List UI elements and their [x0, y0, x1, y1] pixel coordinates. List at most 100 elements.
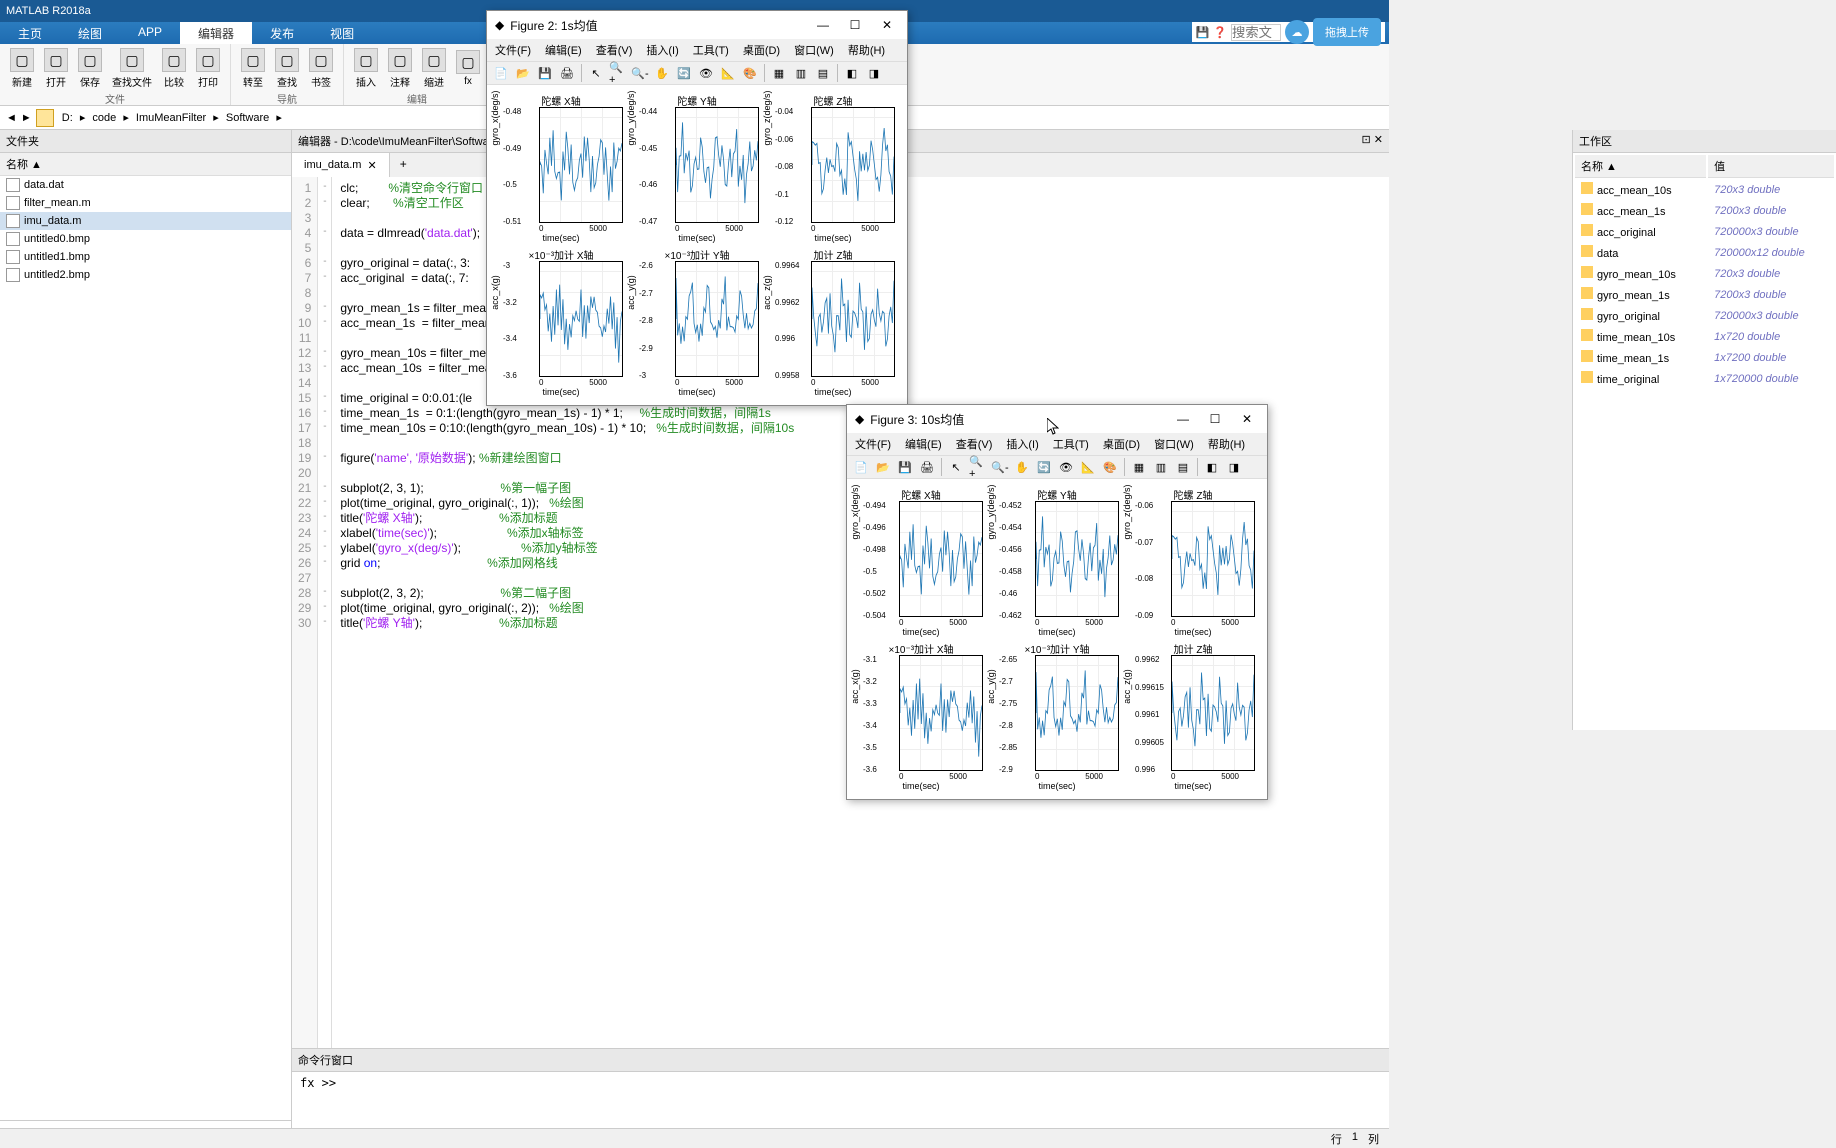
- figure-tool-icon[interactable]: 👁: [696, 63, 716, 83]
- menu-item[interactable]: 文件(F): [855, 436, 891, 452]
- file-item[interactable]: imu_data.m: [0, 212, 291, 230]
- minimize-icon[interactable]: —: [1171, 409, 1195, 429]
- editor-tab-imu-data[interactable]: imu_data.m ✕: [292, 153, 390, 177]
- plot-axes[interactable]: [675, 261, 759, 377]
- workspace-row[interactable]: time_mean_10s1x720 double: [1575, 327, 1834, 346]
- plot-axes[interactable]: [539, 261, 623, 377]
- figure-tool-icon[interactable]: ▥: [1151, 457, 1171, 477]
- workspace-col-value[interactable]: 值: [1708, 155, 1834, 178]
- maximize-icon[interactable]: ☐: [1203, 409, 1227, 429]
- menu-item[interactable]: 编辑(E): [545, 42, 582, 58]
- menu-item[interactable]: 编辑(E): [905, 436, 942, 452]
- minimize-icon[interactable]: —: [811, 15, 835, 35]
- save-icon[interactable]: 💾: [1196, 26, 1210, 39]
- tool-button[interactable]: ▢插入: [352, 46, 380, 91]
- menu-item[interactable]: 桌面(D): [743, 42, 780, 58]
- figure-tool-icon[interactable]: 📂: [513, 63, 533, 83]
- figure-tool-icon[interactable]: ▦: [1129, 457, 1149, 477]
- figure-tool-icon[interactable]: ▤: [813, 63, 833, 83]
- menu-item[interactable]: 工具(T): [693, 42, 729, 58]
- figure-tool-icon[interactable]: 💾: [895, 457, 915, 477]
- tool-button[interactable]: ▢fx: [454, 48, 482, 89]
- tool-button[interactable]: ▢打开: [42, 46, 70, 91]
- figure-tool-icon[interactable]: ✋: [652, 63, 672, 83]
- search-input[interactable]: [1231, 24, 1281, 41]
- tool-button[interactable]: ▢打印: [194, 46, 222, 91]
- file-item[interactable]: untitled2.bmp: [0, 266, 291, 284]
- add-tab-button[interactable]: +: [390, 153, 417, 177]
- plot-axes[interactable]: [811, 107, 895, 223]
- menu-item[interactable]: 查看(V): [956, 436, 993, 452]
- menu-item[interactable]: 插入(I): [1006, 436, 1038, 452]
- close-icon[interactable]: ✕: [875, 15, 899, 35]
- menu-item[interactable]: 帮助(H): [1208, 436, 1245, 452]
- menu-item[interactable]: 窗口(W): [1154, 436, 1194, 452]
- plot-axes[interactable]: [539, 107, 623, 223]
- ribbon-tab-3[interactable]: 编辑器: [180, 22, 252, 44]
- workspace-row[interactable]: gyro_original720000x3 double: [1575, 306, 1834, 325]
- plot-axes[interactable]: [1171, 501, 1255, 617]
- close-tab-icon[interactable]: ✕: [367, 159, 376, 172]
- figure-tool-icon[interactable]: ▤: [1173, 457, 1193, 477]
- figure-tool-icon[interactable]: 🔍-: [630, 63, 650, 83]
- figure-tool-icon[interactable]: ◧: [1202, 457, 1222, 477]
- folder-icon[interactable]: [36, 109, 54, 127]
- figure-tool-icon[interactable]: ↖: [586, 63, 606, 83]
- command-prompt[interactable]: fx >>: [292, 1072, 1389, 1094]
- figure-tool-icon[interactable]: 🔍+: [608, 63, 628, 83]
- figure-tool-icon[interactable]: 🖨: [557, 63, 577, 83]
- tool-button[interactable]: ▢查找文件: [110, 46, 154, 91]
- menu-item[interactable]: 插入(I): [646, 42, 678, 58]
- tool-button[interactable]: ▢比较: [160, 46, 188, 91]
- ribbon-tab-4[interactable]: 发布: [252, 22, 312, 44]
- figure-tool-icon[interactable]: 🔍+: [968, 457, 988, 477]
- forward-icon[interactable]: ►: [21, 112, 32, 124]
- menu-item[interactable]: 窗口(W): [794, 42, 834, 58]
- figure-tool-icon[interactable]: ◨: [864, 63, 884, 83]
- plot-axes[interactable]: [811, 261, 895, 377]
- tool-button[interactable]: ▢注释: [386, 46, 414, 91]
- tool-button[interactable]: ▢保存: [76, 46, 104, 91]
- upload-button[interactable]: 拖拽上传: [1313, 18, 1381, 46]
- dock-icon[interactable]: ⊡: [1362, 134, 1371, 146]
- figure-tool-icon[interactable]: 📐: [718, 63, 738, 83]
- file-item[interactable]: untitled1.bmp: [0, 248, 291, 266]
- figure-tool-icon[interactable]: 🔄: [674, 63, 694, 83]
- workspace-row[interactable]: gyro_mean_10s720x3 double: [1575, 264, 1834, 283]
- figure-2-titlebar[interactable]: ◆ Figure 2: 1s均值 — ☐ ✕: [487, 11, 907, 39]
- help-icon[interactable]: ❓: [1213, 26, 1227, 39]
- figure-tool-icon[interactable]: 🔄: [1034, 457, 1054, 477]
- figure-tool-icon[interactable]: 📂: [873, 457, 893, 477]
- figure-tool-icon[interactable]: ▥: [791, 63, 811, 83]
- figure-tool-icon[interactable]: 👁: [1056, 457, 1076, 477]
- menu-item[interactable]: 工具(T): [1053, 436, 1089, 452]
- workspace-row[interactable]: time_original1x720000 double: [1575, 369, 1834, 388]
- ribbon-tab-2[interactable]: APP: [120, 22, 180, 44]
- figure-tool-icon[interactable]: 💾: [535, 63, 555, 83]
- menu-item[interactable]: 帮助(H): [848, 42, 885, 58]
- figure-tool-icon[interactable]: ✋: [1012, 457, 1032, 477]
- workspace-row[interactable]: acc_original720000x3 double: [1575, 222, 1834, 241]
- file-item[interactable]: data.dat: [0, 176, 291, 194]
- workspace-row[interactable]: acc_mean_1s7200x3 double: [1575, 201, 1834, 220]
- plot-axes[interactable]: [1035, 501, 1119, 617]
- figure-tool-icon[interactable]: 🖨: [917, 457, 937, 477]
- workspace-row[interactable]: acc_mean_10s720x3 double: [1575, 180, 1834, 199]
- figure-tool-icon[interactable]: ◨: [1224, 457, 1244, 477]
- plot-axes[interactable]: [675, 107, 759, 223]
- figure-tool-icon[interactable]: 🔍-: [990, 457, 1010, 477]
- menu-item[interactable]: 文件(F): [495, 42, 531, 58]
- tool-button[interactable]: ▢转至: [239, 46, 267, 91]
- breadcrumb-item[interactable]: D:: [58, 110, 77, 126]
- ribbon-tab-1[interactable]: 绘图: [60, 22, 120, 44]
- cloud-icon[interactable]: ☁: [1285, 20, 1309, 44]
- breadcrumb-item[interactable]: code: [88, 110, 120, 126]
- figure-tool-icon[interactable]: 🎨: [1100, 457, 1120, 477]
- folder-column-header[interactable]: 名称 ▲: [0, 153, 291, 176]
- maximize-icon[interactable]: ☐: [843, 15, 867, 35]
- figure-tool-icon[interactable]: 📐: [1078, 457, 1098, 477]
- file-item[interactable]: untitled0.bmp: [0, 230, 291, 248]
- close-editor-icon[interactable]: ✕: [1374, 134, 1383, 146]
- close-icon[interactable]: ✕: [1235, 409, 1259, 429]
- back-icon[interactable]: ◄: [6, 112, 17, 124]
